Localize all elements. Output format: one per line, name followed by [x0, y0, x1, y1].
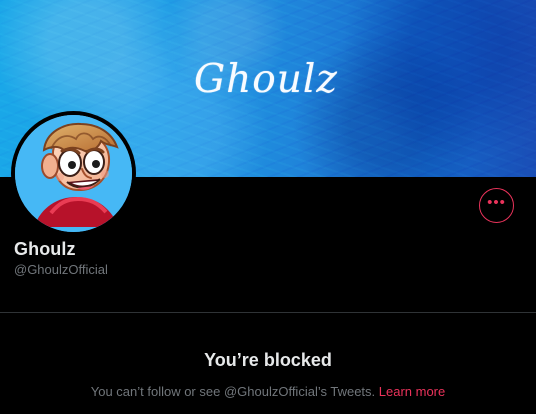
display-name: Ghoulz [14, 239, 76, 259]
more-options-icon: ••• [487, 194, 506, 211]
blocked-message-text: You can’t follow or see @GhoulzOfficial’… [90, 384, 379, 399]
profile-page: Ghoulz ••• Ghoulz @GhoulzOfficial You’re… [0, 0, 536, 414]
avatar[interactable] [11, 111, 136, 236]
more-options-button[interactable]: ••• [479, 188, 514, 223]
learn-more-link[interactable]: Learn more [379, 384, 445, 399]
username: @GhoulzOfficial [14, 262, 108, 277]
avatar-image [15, 115, 132, 232]
blocked-message: You can’t follow or see @GhoulzOfficial’… [0, 384, 536, 399]
banner-title: Ghoulz [194, 57, 338, 102]
section-divider [0, 312, 536, 313]
blocked-title: You’re blocked [204, 350, 332, 370]
cartoon-boy-avatar-icon [15, 115, 132, 232]
